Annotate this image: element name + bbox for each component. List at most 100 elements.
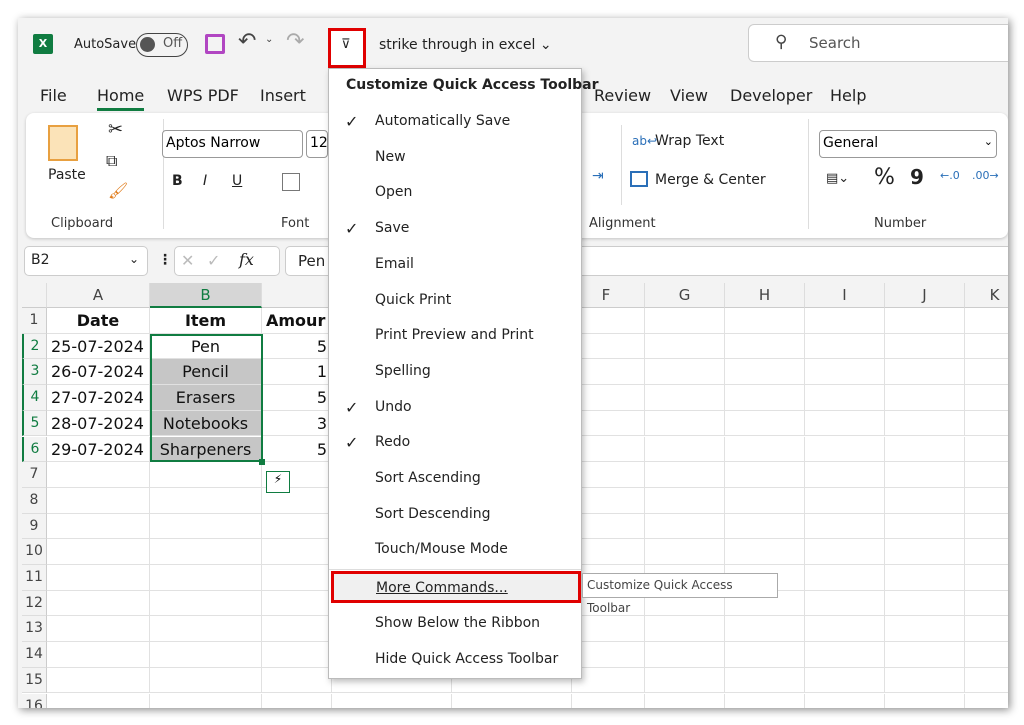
cell[interactable]: Item — [150, 308, 262, 334]
cell[interactable] — [965, 616, 1008, 643]
cell[interactable] — [885, 333, 965, 360]
cell[interactable] — [965, 411, 1008, 437]
cell[interactable] — [725, 642, 805, 668]
menu-item[interactable]: Print Preview and Print — [329, 318, 581, 353]
insert-function-button[interactable]: fx — [239, 250, 254, 269]
column-header[interactable]: A — [47, 283, 150, 308]
cell[interactable] — [725, 359, 805, 386]
cell[interactable] — [965, 668, 1008, 694]
cell[interactable] — [47, 667, 150, 694]
cell[interactable] — [725, 385, 805, 411]
merge-center-button[interactable]: Merge & Center — [655, 172, 766, 188]
cell[interactable] — [885, 436, 965, 463]
cell[interactable] — [805, 513, 885, 540]
cell[interactable] — [965, 385, 1008, 411]
undo-dropdown-icon[interactable]: ⌄ — [265, 34, 273, 45]
cell[interactable]: 5 — [262, 385, 332, 411]
cell[interactable] — [805, 436, 885, 463]
row-header[interactable]: 9 — [22, 513, 47, 540]
cell[interactable] — [645, 385, 725, 411]
menu-item[interactable]: ✓ Undo — [329, 390, 581, 425]
cell[interactable] — [725, 308, 805, 334]
font-size-select[interactable]: 12 — [306, 130, 328, 158]
cell[interactable] — [965, 539, 1008, 565]
row-header[interactable]: 14 — [22, 642, 47, 668]
cell[interactable] — [805, 385, 885, 411]
customize-qat-button[interactable]: ⊽ — [328, 28, 366, 68]
menu-item[interactable]: Sort Ascending — [329, 461, 581, 496]
cell[interactable]: 27-07-2024 — [47, 385, 150, 411]
cell[interactable] — [645, 667, 725, 694]
search-box[interactable]: ⚲ Search — [748, 24, 1008, 62]
row-header[interactable]: 8 — [22, 487, 47, 514]
tab-help[interactable]: Help — [830, 86, 866, 105]
comma-style-button[interactable]: 9 — [910, 165, 924, 189]
tab-insert[interactable]: Insert — [260, 86, 306, 105]
cell[interactable] — [725, 513, 805, 540]
cell[interactable] — [885, 693, 965, 708]
column-header[interactable]: I — [805, 283, 885, 308]
cell[interactable] — [262, 642, 332, 668]
number-format-select[interactable]: General ⌄ — [819, 130, 997, 158]
cell[interactable] — [805, 410, 885, 437]
column-header[interactable]: G — [645, 283, 725, 308]
cell[interactable] — [885, 667, 965, 694]
cell[interactable] — [805, 487, 885, 514]
tab-wps-pdf[interactable]: WPS PDF — [167, 86, 239, 105]
cell[interactable] — [885, 308, 965, 334]
menu-item[interactable]: Open — [329, 175, 581, 210]
percent-button[interactable]: % — [874, 165, 895, 190]
menu-item[interactable]: Spelling — [329, 354, 581, 389]
menu-item[interactable]: New — [329, 140, 581, 175]
cell[interactable] — [645, 410, 725, 437]
more-options-icon[interactable]: ⋮ — [158, 252, 172, 268]
tab-home[interactable]: Home — [97, 86, 144, 105]
cell[interactable] — [885, 385, 965, 411]
cell[interactable] — [805, 462, 885, 488]
cell[interactable] — [332, 693, 452, 708]
cell[interactable] — [965, 514, 1008, 540]
cell[interactable] — [805, 539, 885, 565]
cell[interactable] — [568, 693, 645, 708]
cell[interactable] — [725, 462, 805, 488]
cell[interactable] — [645, 539, 725, 565]
cell[interactable] — [965, 359, 1008, 386]
cell[interactable] — [965, 462, 1008, 488]
cell[interactable] — [725, 616, 805, 643]
row-header[interactable]: 6 — [22, 436, 47, 463]
cell[interactable] — [262, 693, 332, 708]
cell[interactable]: Date — [47, 308, 150, 334]
menu-item[interactable]: ✓ Automatically Save — [329, 104, 581, 139]
cell[interactable] — [150, 487, 262, 514]
menu-item-hide-qat[interactable]: Hide Quick Access Toolbar — [329, 642, 581, 677]
column-header[interactable]: K — [965, 283, 1008, 308]
undo-icon[interactable]: ↶ — [238, 29, 256, 54]
autosave-toggle[interactable]: Off — [136, 33, 188, 57]
cell[interactable] — [645, 359, 725, 386]
row-header[interactable]: 1 — [22, 308, 47, 334]
cell[interactable] — [150, 590, 262, 617]
menu-item[interactable]: Touch/Mouse Mode — [329, 532, 581, 567]
borders-icon[interactable] — [282, 173, 300, 191]
row-header[interactable]: 5 — [22, 410, 47, 437]
cell[interactable] — [805, 308, 885, 334]
cell[interactable] — [47, 487, 150, 514]
cell[interactable] — [150, 565, 262, 591]
redo-icon[interactable]: ↷ — [286, 29, 304, 54]
document-title[interactable]: strike through in excel ⌄ — [379, 37, 552, 53]
cell[interactable] — [805, 616, 885, 643]
cell[interactable] — [645, 487, 725, 514]
cell[interactable] — [47, 565, 150, 591]
cell[interactable] — [725, 487, 805, 514]
cell[interactable] — [725, 693, 805, 708]
row-header[interactable]: 12 — [22, 590, 47, 617]
cell[interactable] — [150, 462, 262, 488]
cell[interactable] — [965, 694, 1008, 709]
cell[interactable] — [262, 539, 332, 565]
tab-view[interactable]: View — [670, 86, 708, 105]
column-header[interactable] — [262, 283, 332, 308]
cell[interactable] — [262, 616, 332, 643]
cell[interactable] — [885, 565, 965, 591]
copy-icon[interactable]: ⧉ — [106, 151, 117, 171]
name-box[interactable]: B2 ⌄ — [24, 246, 148, 276]
